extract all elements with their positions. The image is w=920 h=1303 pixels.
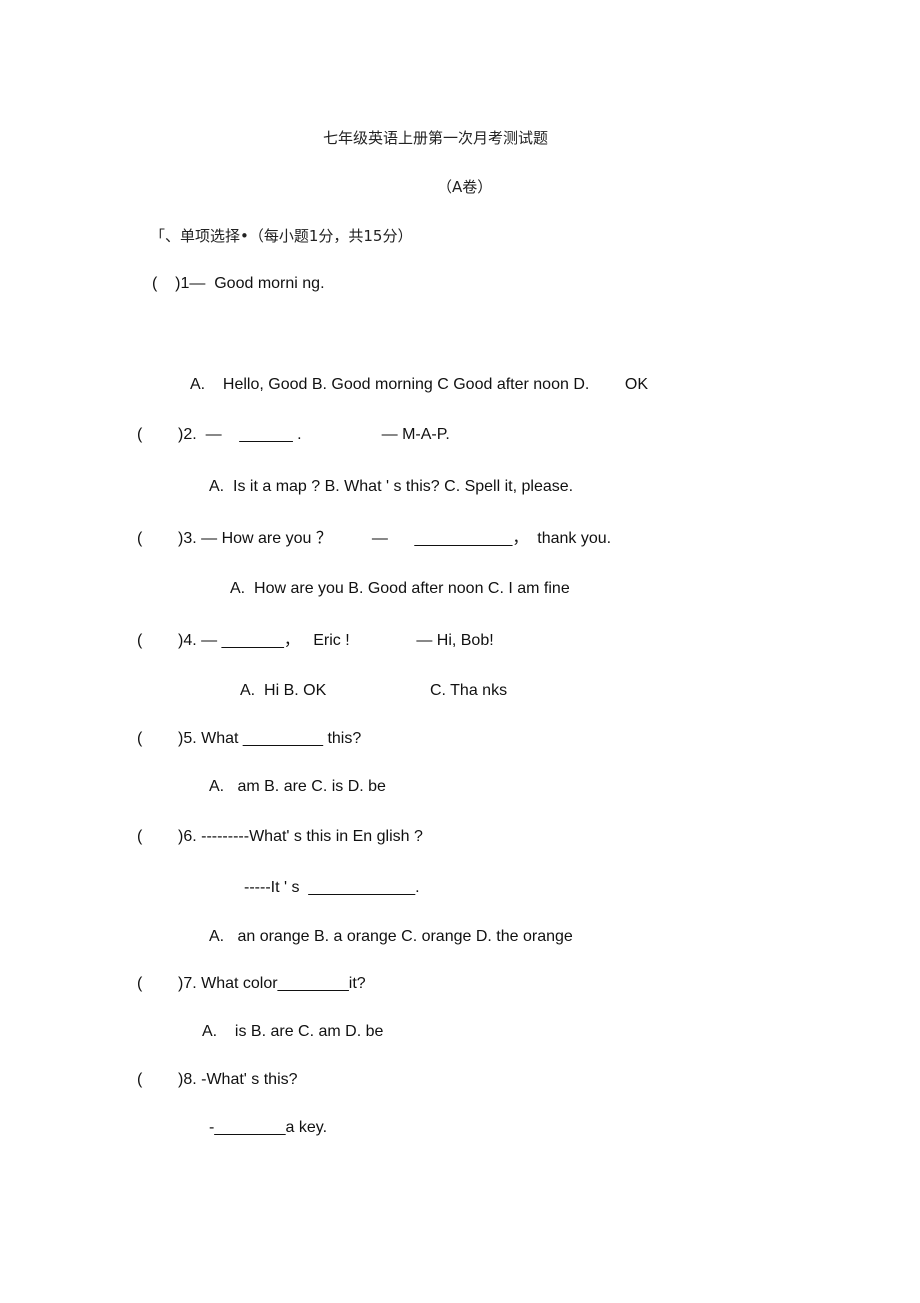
question-5-options: A. am B. are C. is D. be [209, 778, 386, 795]
question-5-paren: ( [137, 730, 143, 747]
question-3-stem: )3. — How are you ？ — ___________， thank… [178, 530, 612, 547]
question-8-paren: ( [137, 1071, 143, 1088]
question-1-options: A. Hello, Good B. Good morning C Good af… [190, 376, 648, 393]
question-6-stem: )6. ---------What' s this in En glish ? [178, 828, 423, 845]
question-7-options: A. is B. are C. am D. be [202, 1023, 384, 1040]
question-4-paren: ( [137, 632, 143, 649]
question-4-stem: )4. — _______， Eric ! — Hi, Bob! [178, 632, 494, 649]
question-7-paren: ( [137, 975, 143, 992]
question-2-paren: ( [137, 426, 143, 443]
question-3-paren: ( [137, 530, 143, 547]
question-8-stem: )8. -What' s this? [178, 1071, 298, 1088]
question-8-answer-line: -________a key. [209, 1119, 328, 1136]
question-6-options: A. an orange B. a orange C. orange D. th… [209, 928, 573, 945]
question-1-stem: ( )1— Good morni ng. [152, 275, 325, 292]
question-6-paren: ( [137, 828, 143, 845]
question-6-answer-line: -----It ' s ____________. [244, 879, 420, 896]
document-title: 七年级英语上册第一次月考测试题 [323, 129, 549, 147]
question-4-options-c: C. Tha nks [430, 682, 508, 699]
section-heading: 「、单项选择•（每小题1分，共15分） [150, 227, 413, 245]
document-subtitle: （A卷） [437, 178, 493, 196]
question-7-stem: )7. What color________it? [178, 975, 366, 992]
question-5-stem: )5. What _________ this? [178, 730, 362, 747]
question-2-stem: )2. — ______ . — M-A-P. [178, 426, 450, 443]
question-3-options: A. How are you B. Good after noon C. I a… [230, 580, 570, 597]
question-4-options-a: A. Hi B. OK [240, 682, 327, 699]
question-2-options: A. Is it a map ? B. What ' s this? C. Sp… [209, 478, 574, 495]
